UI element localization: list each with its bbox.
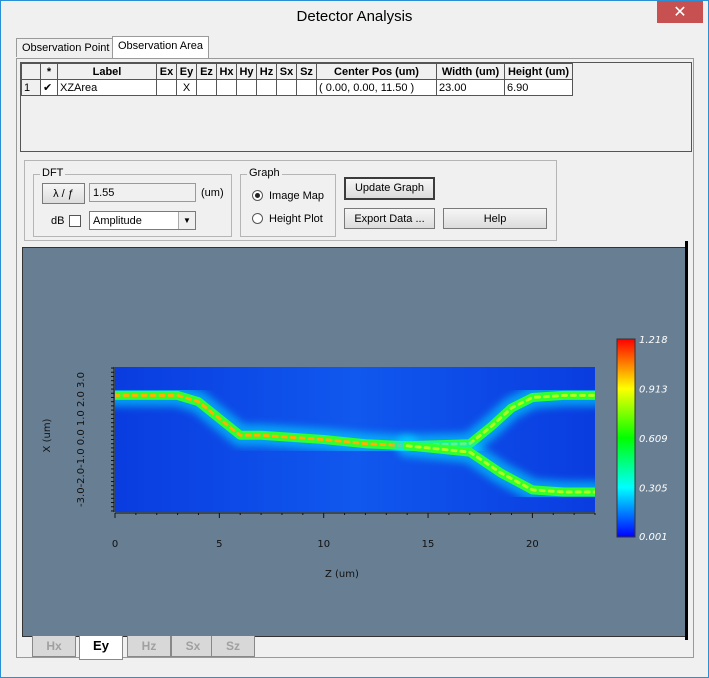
header-center-pos: Center Pos (um) — [316, 63, 437, 80]
table-row[interactable]: 1 ✔ XZArea X ( 0.00, 0.00, 11.50 ) 23.00… — [21, 79, 573, 96]
height-plot-radio[interactable] — [252, 213, 263, 224]
tab-hz[interactable]: Hz — [127, 636, 171, 657]
tab-observation-area[interactable]: Observation Area — [112, 36, 209, 58]
x-tick-label: 0 — [112, 539, 118, 550]
header-sx: Sx — [276, 63, 297, 80]
image-map-label[interactable]: Image Map — [269, 190, 324, 202]
height-plot-label[interactable]: Height Plot — [269, 213, 323, 225]
row-ex[interactable] — [156, 79, 177, 96]
splitter-bar[interactable] — [685, 241, 688, 640]
row-hx[interactable] — [216, 79, 237, 96]
header-ez: Ez — [196, 63, 217, 80]
db-checkbox[interactable] — [69, 215, 81, 227]
x-tick-label: 15 — [422, 539, 435, 550]
x-axis-label: Z (um) — [325, 569, 359, 580]
export-data-button[interactable]: Export Data ... — [344, 208, 435, 229]
y-axis-label: X (um) — [42, 418, 53, 452]
row-enabled-checkbox[interactable]: ✔ — [40, 79, 58, 96]
x-tick-label: 20 — [526, 539, 539, 550]
colorbar — [616, 338, 636, 538]
tab-observation-point[interactable]: Observation Point — [16, 38, 116, 57]
x-tick-label: 10 — [317, 539, 330, 550]
db-label: dB — [51, 215, 65, 227]
chevron-down-icon[interactable]: ▼ — [178, 212, 195, 229]
header-width: Width (um) — [436, 63, 505, 80]
row-width[interactable]: 23.00 — [436, 79, 505, 96]
row-hy[interactable] — [236, 79, 257, 96]
y-tick-labels: -3.0-2.0-1.0 0.0 1.0 2.0 3.0 — [76, 372, 87, 507]
header-hy: Hy — [236, 63, 257, 80]
header-index — [21, 63, 41, 80]
field-heatmap: 0 5 10 15 20 Z (um) -3.0-2.0-1.0 0.0 1.0 2.0 3… — [42, 335, 668, 580]
row-ey[interactable]: X — [176, 79, 197, 96]
x-tick-label: 5 — [216, 539, 222, 550]
row-index: 1 — [21, 79, 41, 96]
graph-group: Graph — [240, 167, 336, 237]
wavelength-field[interactable]: 1.55 — [89, 183, 196, 202]
header-ex: Ex — [156, 63, 177, 80]
update-graph-button[interactable]: Update Graph — [344, 177, 435, 200]
header-height: Height (um) — [504, 63, 573, 80]
header-hz: Hz — [256, 63, 277, 80]
colorbar-label: 0.001 — [639, 532, 668, 543]
header-enabled: * — [40, 63, 58, 80]
tab-ey[interactable]: Ey — [79, 636, 123, 660]
header-sz: Sz — [296, 63, 317, 80]
mode-select[interactable]: Amplitude ▼ — [89, 211, 196, 230]
detector-grid[interactable]: * Label Ex Ey Ez Hx Hy Hz Sx Sz Center P… — [20, 62, 692, 152]
header-label: Label — [57, 63, 157, 80]
header-ey: Ey — [176, 63, 197, 80]
lambda-frequency-button[interactable]: λ / ƒ — [42, 183, 85, 204]
row-sx[interactable] — [276, 79, 297, 96]
help-button[interactable]: Help — [443, 208, 547, 229]
title-bar: Detector Analysis ✕ — [1, 1, 708, 31]
tab-sx[interactable]: Sx — [171, 636, 215, 657]
dft-group-label: DFT — [40, 167, 66, 179]
row-label[interactable]: XZArea — [57, 79, 157, 96]
colorbar-label: 0.913 — [639, 385, 668, 396]
colorbar-label: 0.305 — [639, 484, 668, 495]
field-plot-area: 0 5 10 15 20 Z (um) -3.0-2.0-1.0 0.0 1.0 2.0 3… — [22, 247, 687, 637]
tab-hx[interactable]: Hx — [32, 636, 76, 657]
row-center-pos[interactable]: ( 0.00, 0.00, 11.50 ) — [316, 79, 437, 96]
tab-sz[interactable]: Sz — [211, 636, 255, 657]
colorbar-label: 1.218 — [639, 335, 668, 346]
wavelength-unit: (um) — [201, 187, 224, 199]
grid-header-row: * Label Ex Ey Ez Hx Hy Hz Sx Sz Center P… — [21, 63, 573, 80]
colorbar-label: 0.609 — [639, 434, 668, 445]
row-height[interactable]: 6.90 — [504, 79, 573, 96]
window-title: Detector Analysis — [296, 8, 413, 25]
graph-group-label: Graph — [247, 167, 282, 179]
close-button[interactable]: ✕ — [657, 1, 703, 23]
row-sz[interactable] — [296, 79, 317, 96]
image-map-radio[interactable] — [252, 190, 263, 201]
row-ez[interactable] — [196, 79, 217, 96]
mode-select-value: Amplitude — [93, 215, 142, 227]
header-hx: Hx — [216, 63, 237, 80]
row-hz[interactable] — [256, 79, 277, 96]
